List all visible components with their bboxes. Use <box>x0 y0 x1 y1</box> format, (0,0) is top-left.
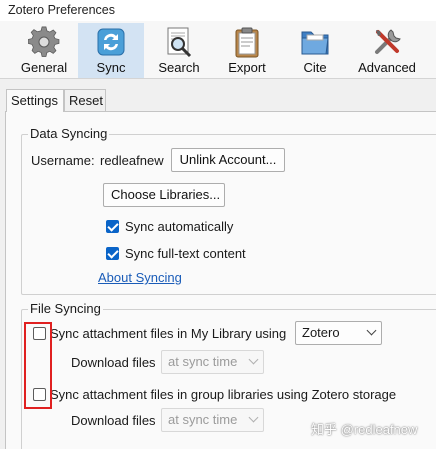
sync-group-libraries-label: Sync attachment files in group libraries… <box>50 387 397 402</box>
sync-automatically-checkbox[interactable] <box>106 220 119 233</box>
username-label: Username: <box>31 153 95 168</box>
search-icon <box>167 27 192 58</box>
toolbar-search-label: Search <box>158 60 200 75</box>
toolbar-advanced-label: Advanced <box>358 60 416 75</box>
file-sync-method-select[interactable]: Zotero <box>295 321 382 345</box>
clipboard-icon <box>235 27 259 58</box>
my-library-download-select[interactable]: at sync time <box>161 350 264 374</box>
sync-my-library-label: Sync attachment files in My Library usin… <box>50 326 287 341</box>
toolbar-export[interactable]: Export <box>214 23 280 78</box>
chevron-down-icon <box>366 325 377 336</box>
sync-icon <box>97 28 125 56</box>
group-libraries-download-label: Download files <box>71 413 156 428</box>
toolbar-sync-label: Sync <box>96 60 126 75</box>
toolbar-sync[interactable]: Sync <box>78 23 144 78</box>
data-syncing-title: Data Syncing <box>28 126 110 141</box>
about-syncing-link[interactable]: About Syncing <box>98 270 182 285</box>
group-libraries-download-value: at sync time <box>168 412 238 427</box>
toolbar-general[interactable]: General <box>11 23 77 78</box>
toolbar-general-label: General <box>20 60 68 75</box>
toolbar-export-label: Export <box>228 60 266 75</box>
chevron-down-icon <box>248 354 259 365</box>
unlink-account-button[interactable]: Unlink Account... <box>171 148 285 172</box>
toolbar-advanced[interactable]: Advanced <box>354 23 420 78</box>
tab-settings[interactable]: Settings <box>6 89 64 112</box>
sync-fulltext-label: Sync full-text content <box>125 246 246 261</box>
username-value: redleafnew <box>100 153 164 168</box>
window-title: Zotero Preferences <box>8 3 115 17</box>
highlight-annotation-box <box>24 322 52 409</box>
toolbar-cite[interactable]: Cite <box>282 23 348 78</box>
my-library-download-value: at sync time <box>168 354 238 369</box>
tools-icon <box>375 29 401 54</box>
group-libraries-download-select[interactable]: at sync time <box>161 408 264 432</box>
title-bar: Zotero Preferences <box>0 0 436 21</box>
sync-automatically-label: Sync automatically <box>125 219 234 234</box>
tab-reset[interactable]: Reset <box>64 89 106 111</box>
preferences-toolbar: General Sync Search Export Cite Advanced <box>0 21 436 79</box>
folder-icon <box>301 31 329 55</box>
gear-icon <box>28 26 60 57</box>
file-syncing-title: File Syncing <box>28 301 103 316</box>
choose-libraries-button[interactable]: Choose Libraries... <box>103 183 225 207</box>
chevron-down-icon <box>248 412 259 423</box>
file-sync-method-value: Zotero <box>302 325 340 340</box>
toolbar-search[interactable]: Search <box>146 23 212 78</box>
toolbar-cite-label: Cite <box>303 60 327 75</box>
watermark: 知乎 @redleafnew <box>311 422 418 437</box>
my-library-download-label: Download files <box>71 355 156 370</box>
sync-fulltext-checkbox[interactable] <box>106 247 119 260</box>
